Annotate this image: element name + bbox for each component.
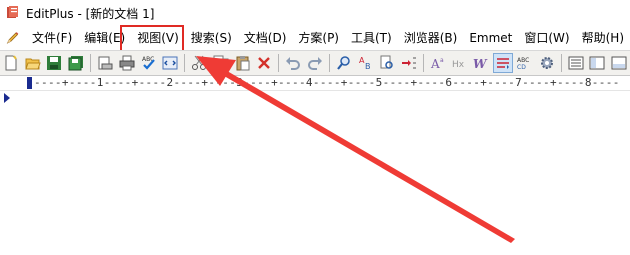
ruler-scale: ----+----1----+----2----+----3----+----4… [34,76,620,89]
menu-bar: 文件(F) 编辑(E) 视图(V) 搜索(S) 文档(D) 方案(P) 工具(T… [0,26,630,50]
menu-emmet[interactable]: Emmet [463,26,518,50]
delete-icon[interactable] [255,53,275,73]
paste-icon[interactable] [233,53,253,73]
save-icon[interactable] [45,53,65,73]
word-wrap-icon[interactable]: W [472,53,492,73]
menu-search[interactable]: 搜索(S) [185,26,238,50]
toolbar-separator [90,54,92,72]
toolbar-separator [278,54,280,72]
save-all-icon[interactable] [66,53,86,73]
menu-edit[interactable]: 编辑(E) [78,26,131,50]
editor-area[interactable] [0,91,630,255]
print-icon[interactable] [117,53,137,73]
ruler: ----+----1----+----2----+----3----+----4… [0,76,630,91]
redo-icon[interactable] [305,53,325,73]
settings-icon[interactable] [537,53,557,73]
html-toolbar-icon[interactable] [160,53,180,73]
menu-window[interactable]: 窗口(W) [518,26,575,50]
replace-icon[interactable]: AB [356,53,376,73]
column-select-icon[interactable]: ABC CD [515,53,535,73]
ruler-cursor-marker [27,77,32,89]
svg-text:W: W [473,57,488,71]
hex-icon[interactable]: Hx [450,53,470,73]
font-size-icon[interactable]: Aa [428,53,448,73]
undo-icon[interactable] [283,53,303,73]
menu-project[interactable]: 方案(P) [292,26,345,50]
svg-text:CD: CD [517,64,526,71]
svg-text:B: B [365,62,371,71]
spell-check-icon[interactable]: ABC [139,53,159,73]
find-in-files-icon[interactable] [377,53,397,73]
svg-text:ABC: ABC [517,57,529,64]
open-folder-icon[interactable] [23,53,43,73]
output-icon[interactable] [609,53,629,73]
go-to-line-icon[interactable] [399,53,419,73]
svg-text:a: a [440,57,444,64]
menu-tools[interactable]: 工具(T) [345,26,398,50]
print-preview-icon[interactable] [95,53,115,73]
document-list-icon[interactable] [566,53,586,73]
editplus-icon [7,6,18,18]
toolbar-separator [328,54,330,72]
svg-text:Hx: Hx [452,60,465,70]
menu-help[interactable]: 帮助(H) [576,26,630,50]
window-title: EditPlus - [新的文档 1] [26,7,155,21]
new-file-icon[interactable] [1,53,21,73]
menu-file[interactable]: 文件(F) [26,26,78,50]
toolbar-separator [184,54,186,72]
cut-icon[interactable] [189,53,209,73]
find-icon[interactable] [334,53,354,73]
menu-view[interactable]: 视图(V) [131,26,185,50]
copy-icon[interactable] [211,53,231,73]
line-number-icon[interactable] [493,53,514,73]
menu-browser[interactable]: 浏览器(B) [398,26,464,50]
menu-document[interactable]: 文档(D) [238,26,293,50]
toolbar-separator [423,54,424,72]
pencil-icon [6,32,19,44]
current-line-arrow-icon [4,93,10,103]
toolbar: ABC AB Aa Hx W ABC CD [0,50,630,76]
cliptext-icon[interactable] [587,53,607,73]
toolbar-separator [560,54,562,72]
title-bar: EditPlus - [新的文档 1] [0,0,630,26]
svg-text:A: A [430,57,440,71]
